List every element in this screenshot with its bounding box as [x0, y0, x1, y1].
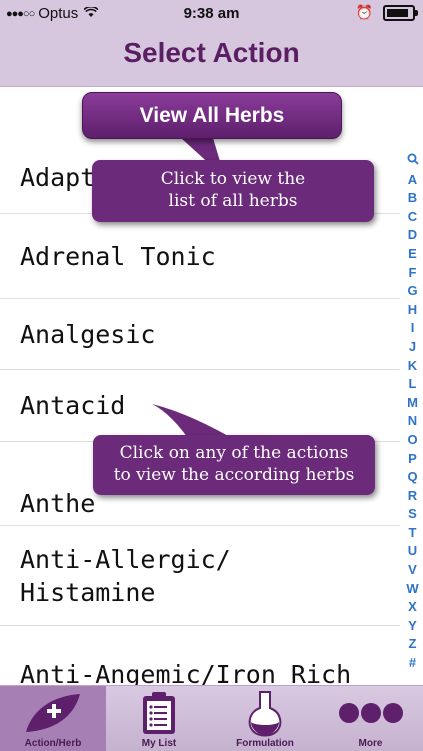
- list-item-label: Anthe: [20, 489, 96, 518]
- callout-text: Click on any of the actions: [119, 443, 349, 463]
- index-letter[interactable]: M: [407, 394, 418, 413]
- tab-formulation[interactable]: Formulation: [212, 686, 318, 751]
- list-item-label: Anti-Allergic/: [20, 544, 231, 574]
- actions-callout: Click on any of the actions to view the …: [93, 435, 375, 495]
- index-letter[interactable]: C: [408, 208, 417, 227]
- list-item-label: Antacid: [20, 391, 126, 420]
- index-letter[interactable]: Y: [408, 617, 417, 636]
- index-letter[interactable]: U: [408, 542, 417, 561]
- index-letter[interactable]: O: [407, 431, 417, 450]
- index-letter[interactable]: W: [406, 580, 418, 599]
- index-letter[interactable]: A: [408, 171, 417, 190]
- section-index[interactable]: A B C D E F G H I J K L M N O P Q R S T U V W X Y Z #: [402, 152, 423, 673]
- flask-icon: [245, 690, 285, 743]
- leaf-plus-icon: [22, 690, 84, 741]
- index-letter[interactable]: Q: [407, 468, 417, 487]
- index-letter[interactable]: I: [411, 319, 415, 338]
- alarm-clock-icon: ⏰: [355, 4, 373, 20]
- page-title: Select Action: [123, 37, 300, 68]
- index-letter[interactable]: B: [408, 189, 417, 208]
- index-letter[interactable]: L: [409, 375, 417, 394]
- list-item-label: Anti-Angemic/Iron Rich: [20, 660, 352, 685]
- callout-text: list of all herbs: [168, 191, 298, 211]
- callout-text: to view the according herbs: [113, 465, 355, 485]
- index-letter[interactable]: D: [408, 226, 417, 245]
- index-letter[interactable]: N: [408, 412, 417, 431]
- index-search-icon[interactable]: [407, 152, 419, 171]
- navigation-bar: Select Action: [0, 28, 423, 87]
- callout-text: Click to view the: [160, 169, 306, 189]
- index-letter[interactable]: S: [408, 505, 417, 524]
- tab-action-herb[interactable]: Action/Herb: [0, 686, 106, 751]
- list-item-label: Adapt: [20, 163, 96, 192]
- list-item[interactable]: Anti-Allergic/ Histamine: [0, 526, 400, 626]
- index-letter[interactable]: #: [409, 654, 416, 673]
- view-all-herbs-button[interactable]: View All Herbs: [82, 92, 342, 139]
- index-letter[interactable]: H: [408, 301, 417, 320]
- index-letter[interactable]: X: [408, 598, 417, 617]
- tab-bar: Action/Herb My List Formulation More: [0, 685, 423, 751]
- index-letter[interactable]: F: [409, 264, 417, 283]
- list-item[interactable]: Analgesic: [0, 299, 400, 370]
- index-letter[interactable]: G: [407, 282, 417, 301]
- index-letter[interactable]: T: [409, 524, 417, 543]
- list-item-label: Histamine: [20, 577, 156, 607]
- index-letter[interactable]: E: [408, 245, 417, 264]
- list-item[interactable]: Anti-Angemic/Iron Rich: [0, 626, 400, 685]
- view-all-callout: Click to view the list of all herbs: [92, 160, 374, 222]
- index-letter[interactable]: Z: [409, 635, 417, 654]
- index-letter[interactable]: P: [408, 450, 417, 469]
- index-letter[interactable]: J: [409, 338, 416, 357]
- clipboard-icon: [139, 690, 179, 741]
- index-letter[interactable]: R: [408, 487, 417, 506]
- more-dots-icon: [338, 702, 404, 729]
- list-item-label: Adrenal Tonic: [20, 241, 216, 271]
- battery-icon: [383, 4, 418, 21]
- index-letter[interactable]: K: [408, 357, 417, 376]
- list-item-label: Analgesic: [20, 319, 156, 349]
- tab-my-list[interactable]: My List: [106, 686, 212, 751]
- tab-label: More: [358, 738, 383, 749]
- status-bar: ●●●○○ Optus 9:38 am ⏰: [0, 0, 423, 28]
- tab-more[interactable]: More: [318, 686, 423, 751]
- index-letter[interactable]: V: [408, 561, 417, 580]
- list-item[interactable]: Adrenal Tonic: [0, 214, 400, 299]
